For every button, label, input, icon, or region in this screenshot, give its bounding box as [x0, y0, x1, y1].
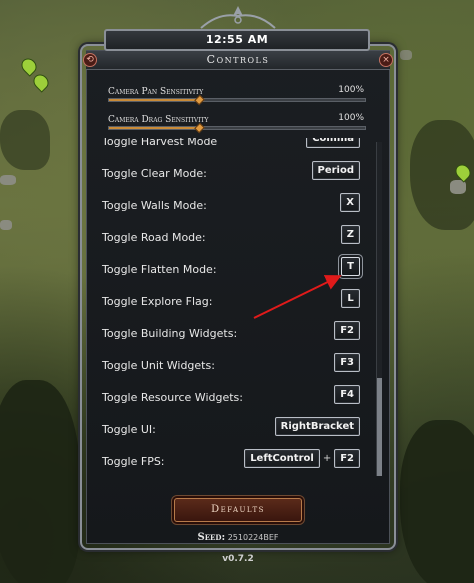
map-marker-icon[interactable] [18, 55, 40, 77]
window-title: Controls [86, 51, 390, 70]
keybinding-row: Toggle Walls Mode: X [86, 190, 374, 222]
scrollbar-thumb[interactable] [377, 378, 382, 476]
rock [0, 220, 12, 230]
keybinding-row: Toggle FPS: LeftControl + F2 [86, 446, 374, 478]
defaults-button[interactable]: Defaults [174, 498, 302, 522]
keybinding-row: Toggle Harvest Mode Comma [86, 138, 374, 158]
keybinding-label: Toggle Resource Widgets: [102, 391, 243, 404]
keybinding-keys: LeftControl + F2 [244, 449, 360, 468]
keybinding-keys: Z [340, 225, 360, 244]
keybinding-label: Toggle Harvest Mode [102, 138, 218, 148]
keybinding-label: Toggle Clear Mode: [102, 167, 207, 180]
annotation-arrow-icon [253, 275, 342, 319]
key-button[interactable]: F2 [334, 449, 360, 468]
key-button[interactable]: LeftControl [244, 449, 320, 468]
key-button[interactable]: X [340, 193, 360, 212]
keybinding-keys: F4 [334, 385, 360, 404]
scrollbar[interactable] [376, 142, 382, 476]
rock [0, 175, 16, 185]
slider-label: Camera Drag Sensitivity [108, 115, 209, 125]
seed-label: Seed: [197, 532, 226, 543]
key-separator: + [322, 453, 332, 464]
slider-fill [109, 127, 199, 129]
slider-value: 100% [338, 113, 364, 123]
close-button[interactable]: × [379, 53, 393, 67]
keybinding-keys: Period [311, 161, 360, 180]
slider-fill [109, 99, 199, 101]
version-label: v0.7.2 [222, 554, 254, 564]
map-marker-icon[interactable] [30, 71, 52, 93]
keybinding-row: Toggle Resource Widgets: F4 [86, 382, 374, 414]
keybinding-label: Toggle Road Mode: [102, 231, 206, 244]
crown-ornament-icon [200, 6, 276, 29]
keybinding-keys: Comma [306, 138, 360, 148]
rock [400, 50, 412, 60]
seed-value: 2510224BEF [227, 533, 279, 542]
keybinding-label: Toggle Flatten Mode: [102, 263, 217, 276]
keybinding-label: Toggle Unit Widgets: [102, 359, 215, 372]
key-button[interactable]: Comma [306, 138, 360, 148]
slider-track[interactable] [108, 122, 366, 134]
keybinding-row: Toggle UI: RightBracket [86, 414, 374, 446]
slider-label: Camera Pan Sensitivity [108, 87, 204, 97]
clock: 12:55 AM [104, 29, 370, 51]
key-button[interactable]: Period [311, 161, 360, 180]
slider-value: 100% [338, 85, 364, 95]
tree-cluster [0, 110, 50, 170]
key-button[interactable]: RightBracket [274, 417, 360, 436]
slider-track[interactable] [108, 94, 366, 106]
keybinding-keys: F3 [334, 353, 360, 372]
key-button[interactable]: Z [340, 225, 360, 244]
key-button[interactable]: F4 [334, 385, 360, 404]
seed-display: Seed: 2510224BEF [86, 532, 390, 543]
keybinding-row: Toggle Road Mode: Z [86, 222, 374, 254]
keybinding-label: Toggle FPS: [102, 455, 165, 468]
keybinding-keys: RightBracket [274, 417, 360, 436]
back-button[interactable]: ⟲ [83, 53, 97, 67]
keybinding-row: Toggle Clear Mode: Period [86, 158, 374, 190]
key-button[interactable]: F3 [334, 353, 360, 372]
keybinding-row: Toggle Unit Widgets: F3 [86, 350, 374, 382]
keybinding-keys: X [340, 193, 360, 212]
keybinding-label: Toggle Walls Mode: [102, 199, 207, 212]
keybinding-label: Toggle Building Widgets: [102, 327, 238, 340]
tree-cluster [400, 420, 474, 583]
keybinding-label: Toggle Explore Flag: [102, 295, 213, 308]
keybinding-label: Toggle UI: [102, 423, 156, 436]
tree-cluster [0, 380, 80, 583]
